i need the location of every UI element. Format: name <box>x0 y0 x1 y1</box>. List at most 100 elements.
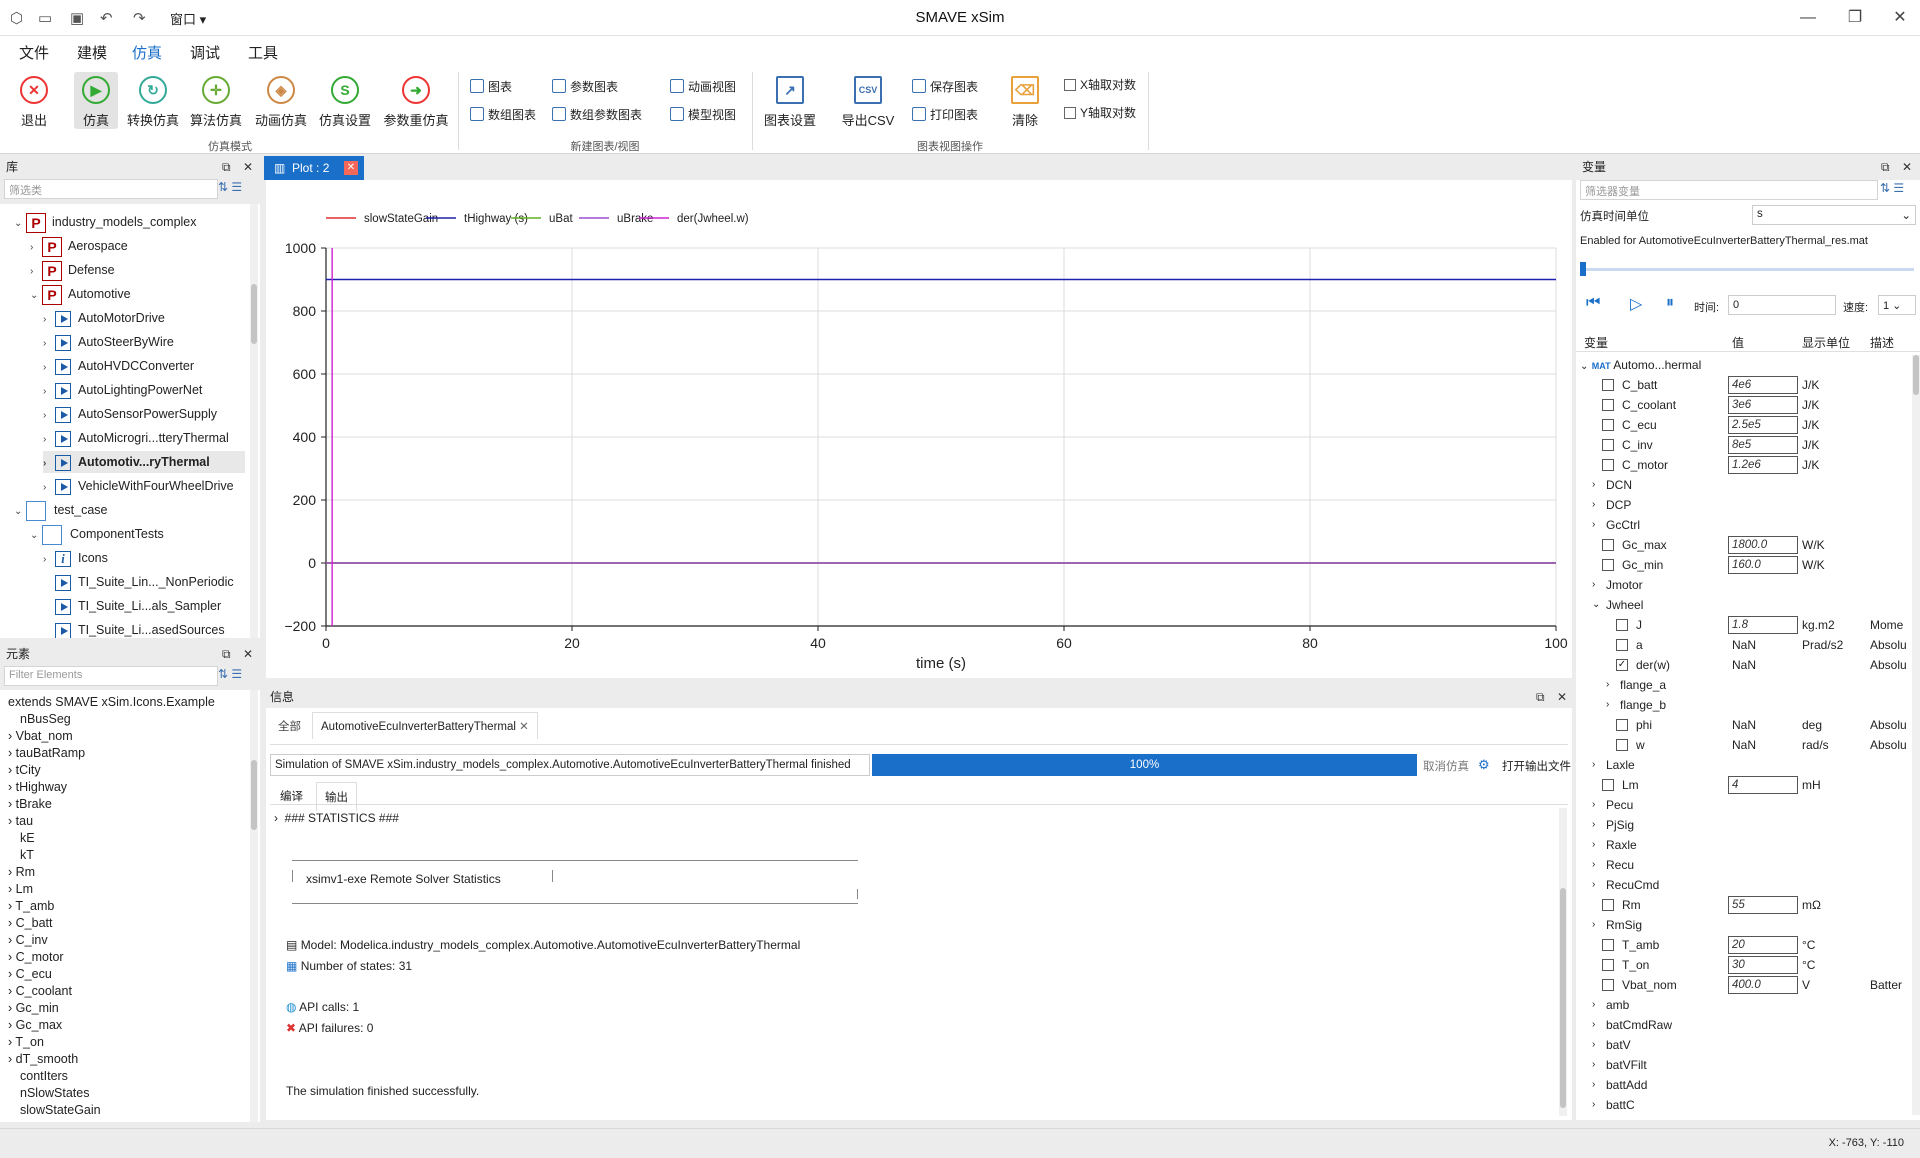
animation-view-button[interactable]: 动画视图 <box>670 78 736 95</box>
variable-row[interactable]: w NaN rad/s Absolu <box>1576 735 1912 755</box>
variable-row[interactable]: C_motor 1.2e6 J/K <box>1576 455 1912 475</box>
variable-row[interactable]: › GcCtrl <box>1576 515 1912 535</box>
chevron-right-icon[interactable]: › <box>1592 835 1595 855</box>
float-icon[interactable]: ⧉ <box>1881 156 1890 178</box>
chart-settings-button[interactable]: ↗ 图表设置 <box>760 72 820 129</box>
chevron-right-icon[interactable]: › <box>1592 475 1595 495</box>
col-value[interactable]: 值 <box>1732 334 1744 351</box>
variable-row[interactable]: › flange_a <box>1576 675 1912 695</box>
chevron-right-icon[interactable]: › <box>1592 855 1595 875</box>
play-icon[interactable]: ▷ <box>1630 294 1642 314</box>
menu-file[interactable]: 文件 <box>19 42 49 63</box>
tree-node[interactable]: ⌄ Pindustry_models_complex <box>14 211 197 233</box>
list-item[interactable]: › dT_smooth <box>8 1051 78 1068</box>
variable-row[interactable]: › DCN <box>1576 475 1912 495</box>
col-unit[interactable]: 显示单位 <box>1802 334 1850 351</box>
list-item[interactable]: kE <box>20 830 35 847</box>
variable-row[interactable]: › flange_b <box>1576 695 1912 715</box>
var-root[interactable]: ⌄ MAT Automo...hermal <box>1580 355 1701 375</box>
line-chart[interactable]: 0 20 40 60 80 100 −200 0 200 400 600 800 1000 time (s… <box>266 180 1572 678</box>
variable-row[interactable]: › battAdd <box>1576 1075 1912 1095</box>
tab-model-output[interactable]: AutomotiveEcuInverterBatteryThermal ✕ <box>312 712 538 739</box>
plot-checkbox[interactable] <box>1602 399 1614 411</box>
variable-row[interactable]: T_on 30 °C <box>1576 955 1912 975</box>
param-value-input[interactable]: 8e5 <box>1728 436 1798 454</box>
exit-button[interactable]: ✕ 退出 <box>4 72 64 129</box>
close-panel-icon[interactable]: ✕ <box>1557 686 1567 708</box>
variable-row[interactable]: › batVFilt <box>1576 1055 1912 1075</box>
close-tab-icon[interactable]: ✕ <box>519 721 529 733</box>
variable-row[interactable]: › batV <box>1576 1035 1912 1055</box>
param-value-input[interactable]: 160.0 <box>1728 556 1798 574</box>
plot-checkbox[interactable] <box>1616 719 1628 731</box>
plot-checkbox[interactable] <box>1602 419 1614 431</box>
param-value-input[interactable]: 1800.0 <box>1728 536 1798 554</box>
pause-icon[interactable]: ⏸ <box>1666 294 1674 312</box>
plot-checkbox[interactable] <box>1602 539 1614 551</box>
tab-compile[interactable]: 编译 <box>280 788 303 804</box>
restore-icon[interactable]: ❐ <box>1840 6 1870 30</box>
chevron-right-icon[interactable]: › <box>1592 1075 1595 1095</box>
plot-checkbox[interactable] <box>1602 959 1614 971</box>
list-item[interactable]: › tBrake <box>8 796 52 813</box>
chevron-down-icon[interactable]: ⌄ <box>14 501 26 523</box>
variable-row[interactable]: phi NaN deg Absolu <box>1576 715 1912 735</box>
param-value-input[interactable]: 20 <box>1728 936 1798 954</box>
sort-icon[interactable]: ⇅ ☰ <box>218 667 242 681</box>
x-log-checkbox[interactable]: X轴取对数 <box>1064 76 1136 93</box>
list-item[interactable]: › tau <box>8 813 33 830</box>
simulation-settings-button[interactable]: S 仿真设置 <box>315 72 375 129</box>
plot-checkbox[interactable] <box>1602 939 1614 951</box>
list-item[interactable]: › Lm <box>8 881 33 898</box>
plot-checkbox[interactable] <box>1602 779 1614 791</box>
variable-row[interactable]: C_ecu 2.5e5 J/K <box>1576 415 1912 435</box>
list-item[interactable]: › Gc_max <box>8 1017 62 1034</box>
menu-debug[interactable]: 调试 <box>190 42 220 63</box>
undo-icon[interactable]: ↶ <box>100 9 113 27</box>
tree-node[interactable]: › P Defense <box>30 259 115 281</box>
tree-node[interactable]: ⌄ ComponentTests <box>30 523 164 545</box>
clear-button[interactable]: ⌫ 清除 <box>1005 72 1045 129</box>
open-folder-icon[interactable]: ▭ <box>38 9 52 27</box>
variable-row[interactable]: › battC <box>1576 1095 1912 1115</box>
print-chart-button[interactable]: 打印图表 <box>912 106 978 123</box>
tree-node[interactable]: › AutoLightingPowerNet <box>43 379 202 401</box>
chevron-right-icon[interactable]: › <box>1592 815 1595 835</box>
variable-row[interactable]: ✓ der(w) NaN Absolu <box>1576 655 1912 675</box>
time-input[interactable]: 0 <box>1728 295 1836 315</box>
list-item[interactable]: contIters <box>20 1068 68 1085</box>
tree-node[interactable]: › AutoHVDCConverter <box>43 355 194 377</box>
variable-row[interactable]: T_amb 20 °C <box>1576 935 1912 955</box>
library-scrollbar[interactable] <box>250 204 258 638</box>
chevron-right-icon[interactable]: › <box>1592 515 1595 535</box>
convert-simulate-button[interactable]: ↻ 转换仿真 <box>124 72 182 129</box>
save-icon[interactable]: ▣ <box>70 9 84 27</box>
plot-checkbox[interactable] <box>1616 739 1628 751</box>
chevron-right-icon[interactable]: › <box>30 261 42 283</box>
chevron-down-icon[interactable]: ⌄ <box>1580 361 1588 372</box>
menu-modeling[interactable]: 建模 <box>77 42 107 63</box>
plot-checkbox[interactable] <box>1602 559 1614 571</box>
list-item[interactable]: nSlowStates <box>20 1085 89 1102</box>
variable-row[interactable]: ⌄ Jwheel <box>1576 595 1912 615</box>
time-slider[interactable] <box>1580 262 1914 276</box>
chevron-right-icon[interactable]: › <box>1606 695 1609 715</box>
chevron-right-icon[interactable]: › <box>1592 495 1595 515</box>
variable-row[interactable]: a NaN Prad/s2 Absolu <box>1576 635 1912 655</box>
close-panel-icon[interactable]: ✕ <box>1902 156 1912 178</box>
variable-row[interactable]: Lm 4 mH <box>1576 775 1912 795</box>
tree-node[interactable]: › AutoMotorDrive <box>43 307 165 329</box>
stats-header[interactable]: › ### STATISTICS ### <box>274 811 399 825</box>
chevron-right-icon[interactable]: › <box>1606 675 1609 695</box>
list-item[interactable]: › Gc_min <box>8 1000 59 1017</box>
variable-row[interactable]: C_batt 4e6 J/K <box>1576 375 1912 395</box>
tree-node[interactable]: TI_Suite_Li...asedSources <box>55 619 225 638</box>
elements-filter-input[interactable]: Filter Elements <box>4 666 218 686</box>
algorithm-simulate-button[interactable]: ✛ 算法仿真 <box>186 72 246 129</box>
list-item[interactable]: kT <box>20 847 34 864</box>
variable-row[interactable]: Rm 55 mΩ <box>1576 895 1912 915</box>
chevron-right-icon[interactable]: › <box>1592 1095 1595 1115</box>
plot-checkbox[interactable] <box>1602 379 1614 391</box>
tree-node[interactable]: TI_Suite_Li...als_Sampler <box>55 595 221 617</box>
chevron-down-icon[interactable]: ⌄ <box>1592 595 1600 615</box>
